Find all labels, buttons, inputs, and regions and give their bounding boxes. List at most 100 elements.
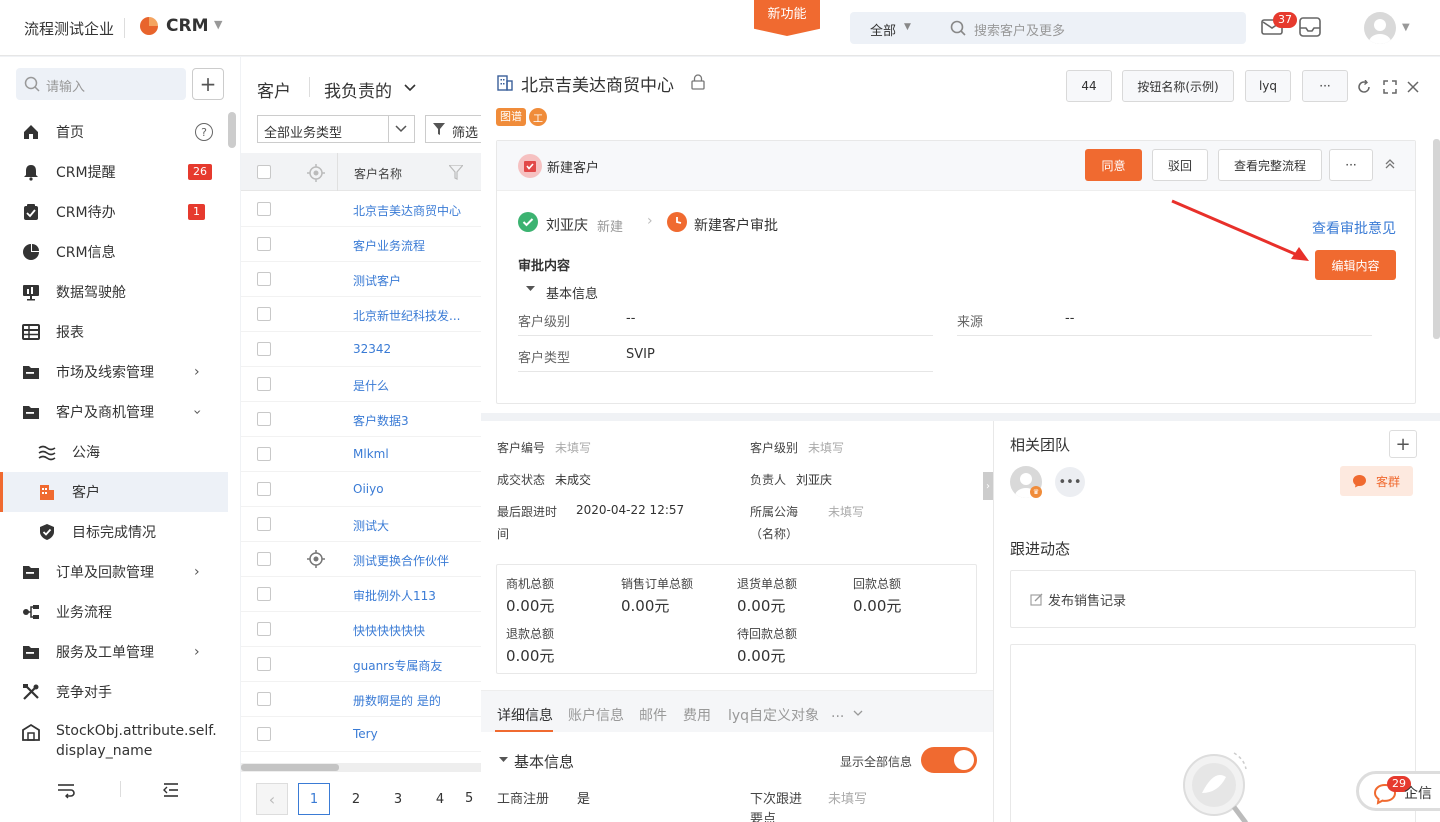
sidebar-item-crm-info[interactable]: CRM信息 bbox=[0, 232, 228, 272]
row-checkbox[interactable] bbox=[257, 377, 271, 391]
page-4[interactable]: 4 bbox=[424, 783, 456, 815]
sidebar-item-public-pool[interactable]: 公海 bbox=[0, 432, 228, 472]
customer-name-link[interactable]: 册数啊是的 是的 bbox=[353, 692, 441, 709]
row-checkbox[interactable] bbox=[257, 307, 271, 321]
view-select[interactable]: 我负责的 bbox=[324, 77, 392, 102]
sidebar-item-reports[interactable]: 报表 bbox=[0, 312, 228, 352]
row-checkbox[interactable] bbox=[257, 517, 271, 531]
sidebar-item-stock[interactable]: StockObj.attribute.self. display_name bbox=[0, 717, 228, 765]
sidebar-item-competitors[interactable]: 竞争对手 bbox=[0, 672, 228, 712]
qixin-button[interactable]: 29 企信 bbox=[1356, 771, 1440, 811]
sidebar-item-marketing[interactable]: 市场及线索管理 › bbox=[0, 352, 228, 392]
app-switch-chevron-icon[interactable]: ▼ bbox=[214, 18, 222, 31]
table-row[interactable]: 32342 bbox=[241, 332, 481, 367]
row-checkbox[interactable] bbox=[257, 692, 271, 706]
avatar[interactable] bbox=[1364, 12, 1396, 44]
table-row[interactable]: 客户业务流程 bbox=[241, 227, 481, 262]
row-checkbox[interactable] bbox=[257, 622, 271, 636]
row-checkbox[interactable] bbox=[257, 482, 271, 496]
user-menu-chevron-icon[interactable]: ▼ bbox=[1402, 22, 1410, 33]
team-more-button[interactable]: ••• bbox=[1055, 467, 1085, 497]
locate-icon[interactable] bbox=[307, 164, 325, 182]
help-icon[interactable]: ? bbox=[195, 123, 213, 141]
caret-down-icon[interactable] bbox=[526, 286, 535, 292]
customer-name-link[interactable]: 审批例外人113 bbox=[353, 587, 436, 604]
sidebar-item-home[interactable]: 首页 ? bbox=[0, 112, 228, 152]
customer-group-button[interactable]: 客群 bbox=[1340, 466, 1413, 496]
select-all-checkbox[interactable] bbox=[257, 165, 271, 179]
close-icon[interactable] bbox=[1406, 80, 1420, 94]
sidebar-item-orders[interactable]: 订单及回款管理 › bbox=[0, 552, 228, 592]
tab-account[interactable]: 账户信息 bbox=[568, 705, 624, 725]
approval-more-button[interactable]: ··· bbox=[1329, 149, 1373, 181]
tag-business[interactable]: 工 bbox=[529, 108, 547, 126]
row-checkbox[interactable] bbox=[257, 447, 271, 461]
wrap-lines-icon[interactable] bbox=[56, 781, 76, 799]
lyq-button[interactable]: lyq bbox=[1245, 70, 1291, 102]
sidebar-item-data-cockpit[interactable]: 数据驾驶舱 bbox=[0, 272, 228, 312]
table-row[interactable]: Oiiyo bbox=[241, 472, 481, 507]
sidebar-item-goal[interactable]: 目标完成情况 bbox=[0, 512, 228, 552]
business-type-select[interactable]: 全部业务类型 bbox=[257, 115, 415, 143]
customer-name-link[interactable]: Oiiyo bbox=[353, 482, 384, 496]
customer-name-link[interactable]: 32342 bbox=[353, 342, 391, 356]
tab-detail[interactable]: 详细信息 bbox=[497, 705, 553, 725]
tab-more[interactable]: ... bbox=[831, 705, 844, 721]
refresh-icon[interactable] bbox=[1357, 80, 1371, 94]
row-checkbox[interactable] bbox=[257, 727, 271, 741]
add-team-member-button[interactable]: + bbox=[1389, 430, 1417, 458]
column-header-name[interactable]: 客户名称 bbox=[354, 165, 402, 182]
table-row[interactable]: 北京新世纪科技发... bbox=[241, 297, 481, 332]
customer-name-link[interactable]: guanrs专属商友 bbox=[353, 657, 442, 674]
table-row[interactable]: 测试客户 bbox=[241, 262, 481, 297]
collapse-handle[interactable]: › bbox=[983, 472, 993, 500]
chevron-down-icon[interactable] bbox=[403, 83, 417, 93]
row-checkbox[interactable] bbox=[257, 237, 271, 251]
full-flow-button[interactable]: 查看完整流程 bbox=[1218, 149, 1322, 181]
table-row[interactable]: 北京吉美达商贸中心 bbox=[241, 192, 481, 227]
sidebar-item-customers[interactable]: 客户 bbox=[0, 472, 228, 512]
app-name[interactable]: CRM bbox=[166, 16, 208, 36]
table-row[interactable]: 测试大 bbox=[241, 507, 481, 542]
page-3[interactable]: 3 bbox=[382, 783, 414, 815]
sidebar-item-crm-reminder[interactable]: CRM提醒 26 bbox=[0, 152, 228, 192]
inbox-icon[interactable] bbox=[1298, 16, 1322, 38]
publish-record-box[interactable]: 发布销售记录 bbox=[1010, 570, 1416, 628]
table-row[interactable]: 审批例外人113 bbox=[241, 577, 481, 612]
collapse-up-icon[interactable] bbox=[1385, 158, 1395, 170]
row-checkbox[interactable] bbox=[257, 412, 271, 426]
row-checkbox[interactable] bbox=[257, 342, 271, 356]
tag-graph[interactable]: 图谱 bbox=[496, 108, 526, 126]
row-checkbox[interactable] bbox=[257, 587, 271, 601]
customer-name-link[interactable]: 客户业务流程 bbox=[353, 237, 425, 254]
sidebar-search-input[interactable]: 请输入 bbox=[16, 68, 186, 100]
table-row[interactable]: Mlkml bbox=[241, 437, 481, 472]
new-feature-button[interactable]: 新功能 bbox=[754, 0, 820, 36]
count-button[interactable]: 44 bbox=[1066, 70, 1112, 102]
table-row[interactable]: Tery bbox=[241, 717, 481, 752]
sidebar-item-crm-todo[interactable]: CRM待办 1 bbox=[0, 192, 228, 232]
row-checkbox[interactable] bbox=[257, 202, 271, 216]
tab-lyq-custom[interactable]: lyq自定义对象 bbox=[728, 705, 819, 725]
sidebar-item-service[interactable]: 服务及工单管理 › bbox=[0, 632, 228, 672]
customer-name-link[interactable]: 测试大 bbox=[353, 517, 389, 534]
sidebar-item-customer-opportunity[interactable]: 客户及商机管理 › bbox=[0, 392, 228, 432]
edit-content-button[interactable]: 编辑内容 bbox=[1315, 250, 1396, 280]
prev-page-button[interactable]: ‹ bbox=[256, 783, 288, 815]
search-input[interactable]: 搜索客户及更多 bbox=[974, 20, 1065, 39]
sidebar-scrollbar[interactable] bbox=[228, 112, 236, 148]
page-1[interactable]: 1 bbox=[298, 783, 330, 815]
table-row[interactable]: 册数啊是的 是的 bbox=[241, 682, 481, 717]
customer-name-link[interactable]: 北京吉美达商贸中心 bbox=[353, 202, 461, 219]
horizontal-scrollbar[interactable] bbox=[241, 763, 481, 772]
reject-button[interactable]: 驳回 bbox=[1152, 149, 1208, 181]
column-filter-icon[interactable] bbox=[449, 165, 463, 180]
customer-name-link[interactable]: 快快快快快快 bbox=[353, 622, 425, 639]
table-row[interactable]: 快快快快快快 bbox=[241, 612, 481, 647]
scope-chevron-icon[interactable]: ▼ bbox=[904, 22, 911, 32]
row-checkbox[interactable] bbox=[257, 272, 271, 286]
customer-name-link[interactable]: 测试更换合作伙伴 bbox=[353, 552, 449, 569]
collapse-sidebar-icon[interactable] bbox=[162, 781, 180, 799]
customer-name-link[interactable]: 测试客户 bbox=[353, 272, 401, 289]
sidebar-item-business-flow[interactable]: 业务流程 bbox=[0, 592, 228, 632]
